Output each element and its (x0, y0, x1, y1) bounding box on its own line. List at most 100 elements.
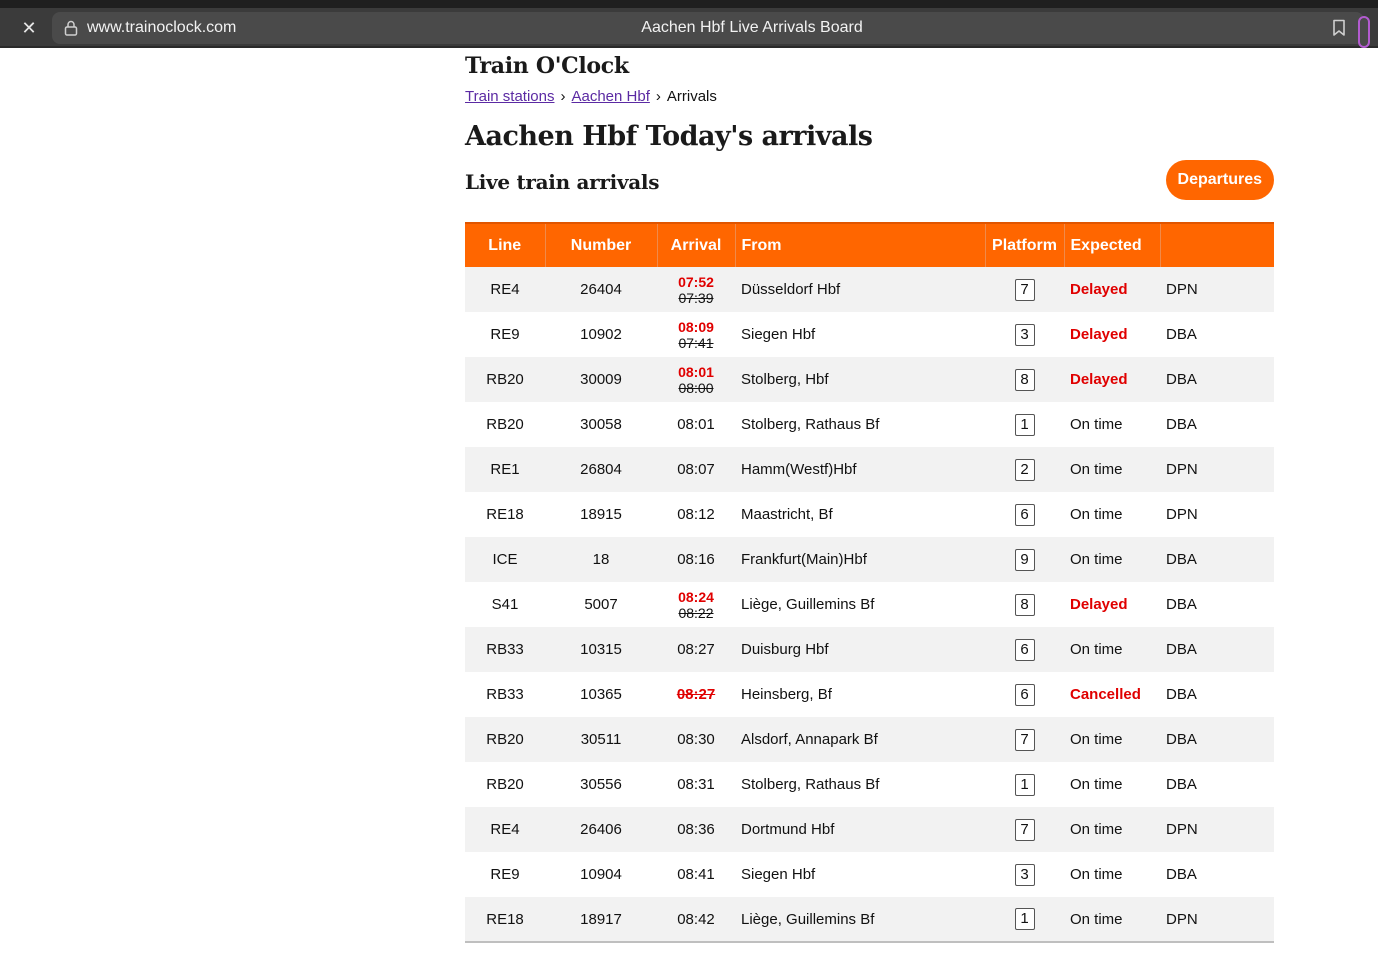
cell-expected: Delayed (1064, 312, 1160, 357)
platform-badge: 7 (1014, 278, 1035, 301)
cell-arrival: 08:09 07:41 (657, 312, 735, 357)
cell-number: 10902 (580, 326, 622, 343)
arrival-expected-time: 08:09 (678, 318, 714, 335)
table-row[interactable]: RE18 18917 08:42 Liège, Guillemins Bf 1 On ti… (465, 897, 1274, 943)
cell-from: Dortmund Hbf (735, 807, 985, 852)
status-badge: On time (1070, 551, 1123, 568)
cell-number: 26406 (545, 807, 657, 852)
cell-from: Siegen Hbf (741, 326, 816, 343)
status-badge: On time (1070, 821, 1123, 838)
table-row[interactable]: S41 5007 08:24 08:22 Liège, Guillemins Bf 8 De… (465, 582, 1274, 627)
column-header-from: From (735, 222, 986, 267)
breadcrumb-link-aachen-hbf[interactable]: Aachen Hbf (571, 88, 649, 105)
cell-platform: 1 (985, 762, 1064, 807)
cell-expected: Delayed (1064, 357, 1160, 402)
close-icon[interactable]: ✕ (18, 17, 40, 39)
cell-expected: On time (1064, 492, 1160, 537)
table-row[interactable]: RB20 30058 08:01 Stolberg, Rathaus Bf 1 On ti… (465, 402, 1274, 447)
cell-operator: DBA (1166, 326, 1197, 343)
cell-operator: DBA (1166, 596, 1197, 613)
table-row[interactable]: RE18 18915 08:12 Maastricht, Bf 6 On time DPN (465, 492, 1274, 537)
arrival-time: 08:12 (677, 506, 715, 523)
table-row[interactable]: ICE 18 08:16 Frankfurt(Main)Hbf 9 On time DBA (465, 537, 1274, 582)
cell-number: 10904 (580, 866, 622, 883)
arrival-time: 08:31 (677, 776, 715, 793)
breadcrumb-link-train-stations[interactable]: Train stations (465, 88, 554, 105)
table-row[interactable]: RB33 10365 08:27 Heinsberg, Bf 6 Cancelled DBA (465, 672, 1274, 717)
status-badge: On time (1070, 731, 1123, 748)
table-row[interactable]: RB20 30511 08:30 Alsdorf, Annapark Bf 7 On ti… (465, 717, 1274, 762)
breadcrumb-separator: › (560, 88, 566, 105)
cell-arrival: 08:01 08:00 (657, 357, 735, 402)
cell-expected: On time (1064, 852, 1160, 897)
table-row[interactable]: RB20 30556 08:31 Stolberg, Rathaus Bf 1 On ti… (465, 762, 1274, 807)
cell-operator: DPN (1166, 506, 1198, 523)
cell-line: RB20 (486, 776, 524, 793)
table-row[interactable]: RE1 26804 08:07 Hamm(Westf)Hbf 2 On time DPN (465, 447, 1274, 492)
breadcrumb-current: Arrivals (666, 88, 717, 105)
cell-arrival: 08:42 (657, 897, 735, 943)
cell-operator: DBA (1160, 717, 1274, 762)
cell-operator: DPN (1160, 267, 1274, 312)
cell-line: ICE (465, 537, 545, 582)
cell-from: Stolberg, Hbf (735, 357, 985, 402)
departures-button[interactable]: Departures (1165, 160, 1274, 200)
page-content: Train O'Clock Train stations › Aachen Hbf ›… (465, 48, 1274, 943)
cell-operator: DBA (1166, 866, 1197, 883)
cell-operator: DBA (1166, 686, 1197, 703)
status-badge: On time (1070, 506, 1123, 523)
cell-line: RE1 (465, 447, 545, 492)
cell-arrival: 08:07 (657, 447, 735, 492)
arrival-scheduled-time: 07:39 (678, 289, 714, 306)
cell-from: Alsdorf, Annapark Bf (735, 717, 985, 762)
cell-platform: 9 (985, 537, 1064, 582)
cell-operator: DBA (1166, 776, 1197, 793)
table-row[interactable]: RE4 26406 08:36 Dortmund Hbf 7 On time DPN (465, 807, 1274, 852)
cell-expected: On time (1064, 717, 1160, 762)
arrival-time: 08:36 (677, 821, 715, 838)
cell-operator: DPN (1160, 447, 1274, 492)
cell-line: RE4 (465, 807, 545, 852)
cell-number: 18 (545, 537, 657, 582)
table-row[interactable]: RE4 26404 07:52 07:39 Düsseldorf Hbf 7 Delayed… (465, 267, 1274, 312)
status-badge: On time (1070, 776, 1123, 793)
arrival-time: 08:16 (677, 551, 715, 568)
section-title: Live train arrivals (465, 170, 660, 194)
cell-operator: DPN (1160, 897, 1274, 943)
platform-badge: 3 (1014, 323, 1035, 346)
cell-from: Siegen Hbf (741, 866, 816, 883)
site-logo-text[interactable]: Train O'Clock (465, 53, 1274, 79)
cell-from: Düsseldorf Hbf (735, 267, 985, 312)
browser-bar: ✕ www.trainoclock.com Aachen Hbf Live Ar… (0, 8, 1378, 48)
arrival-time: 08:30 (677, 731, 715, 748)
cell-platform: 6 (985, 627, 1064, 672)
cell-arrival: 08:36 (657, 807, 735, 852)
breadcrumb: Train stations › Aachen Hbf › Arrivals (465, 88, 1274, 105)
table-row[interactable]: RB33 10315 08:27 Duisburg Hbf 6 On time DBA (465, 627, 1274, 672)
arrival-expected-time: 08:01 (678, 363, 714, 380)
table-row[interactable]: RE9 10904 08:41 Siegen Hbf 3 On time DBA (465, 852, 1274, 897)
browser-page-title: Aachen Hbf Live Arrivals Board (641, 19, 863, 36)
cell-number: 26404 (545, 267, 657, 312)
arrival-scheduled-time: 07:41 (678, 334, 714, 351)
cell-arrival: 08:24 08:22 (657, 582, 735, 627)
platform-badge: 1 (1014, 908, 1035, 930)
arrival-time: 08:07 (677, 461, 715, 478)
table-row[interactable]: RE9 10902 08:09 07:41 Siegen Hbf 3 Delayed DBA (465, 312, 1274, 357)
status-badge: Delayed (1070, 281, 1128, 298)
table-row[interactable]: RB20 30009 08:01 08:00 Stolberg, Hbf 8 Delayed… (465, 357, 1274, 402)
bookmark-icon[interactable] (1332, 19, 1346, 37)
status-badge: Delayed (1070, 326, 1128, 343)
cell-number: 5007 (584, 596, 618, 613)
cell-operator: DBA (1160, 357, 1274, 402)
platform-badge: 8 (1014, 593, 1035, 616)
cell-from: Heinsberg, Bf (741, 686, 832, 703)
cell-line: RE9 (490, 866, 520, 883)
cell-platform: 6 (985, 492, 1064, 537)
cell-expected: On time (1064, 807, 1160, 852)
cell-number: 10315 (545, 627, 657, 672)
arrival-time: 08:01 (677, 416, 715, 433)
address-bar[interactable]: www.trainoclock.com Aachen Hbf Live Arri… (52, 12, 1370, 48)
column-header-arrival: Arrival (657, 222, 736, 267)
cell-from: Liège, Guillemins Bf (741, 596, 875, 613)
